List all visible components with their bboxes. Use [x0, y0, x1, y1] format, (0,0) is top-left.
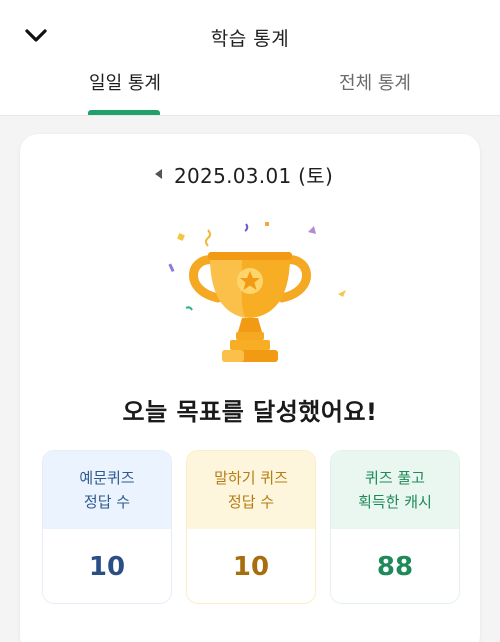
stat-card-speaking-quiz: 말하기 퀴즈 정답 수 10: [186, 450, 316, 604]
trophy-icon: [168, 222, 346, 362]
header-bar: 학습 통계: [0, 0, 500, 74]
stat-value: 88: [331, 529, 459, 603]
trophy-illustration: [150, 220, 350, 370]
triangle-left-icon: [155, 164, 163, 183]
goal-achieved-message: 오늘 목표를 달성했어요!: [122, 398, 378, 426]
stat-card-header: 예문퀴즈 정답 수: [43, 451, 171, 529]
active-tab-indicator: [88, 110, 160, 115]
daily-stats-card: 2025.03.01 (토) 오늘 목표를 달성했어요! 예문퀴즈 정답 수 1…: [20, 134, 480, 642]
stat-value: 10: [43, 529, 171, 603]
tab-total-stats[interactable]: 전체 통계: [250, 74, 500, 116]
stat-value: 10: [187, 529, 315, 603]
stat-title-line1: 예문퀴즈: [79, 469, 135, 487]
stat-title-line2: 정답 수: [83, 493, 131, 511]
previous-date-button[interactable]: [152, 166, 166, 180]
stat-title-line1: 퀴즈 풀고: [365, 469, 425, 487]
stat-card-earned-cash: 퀴즈 풀고 획득한 캐시 88: [330, 450, 460, 604]
page-title: 학습 통계: [210, 28, 290, 50]
stat-card-header: 퀴즈 풀고 획득한 캐시: [331, 451, 459, 529]
stat-title-line1: 말하기 퀴즈: [214, 469, 288, 487]
selected-date: 2025.03.01 (토): [174, 164, 334, 188]
stat-card-header: 말하기 퀴즈 정답 수: [187, 451, 315, 529]
stat-title-line2: 정답 수: [227, 493, 275, 511]
date-selector: 2025.03.01 (토): [20, 160, 480, 188]
stat-title-line2: 획득한 캐시: [358, 493, 432, 511]
stats-tabs: 일일 통계 전체 통계: [0, 74, 500, 116]
stat-card-example-quiz: 예문퀴즈 정답 수 10: [42, 450, 172, 604]
